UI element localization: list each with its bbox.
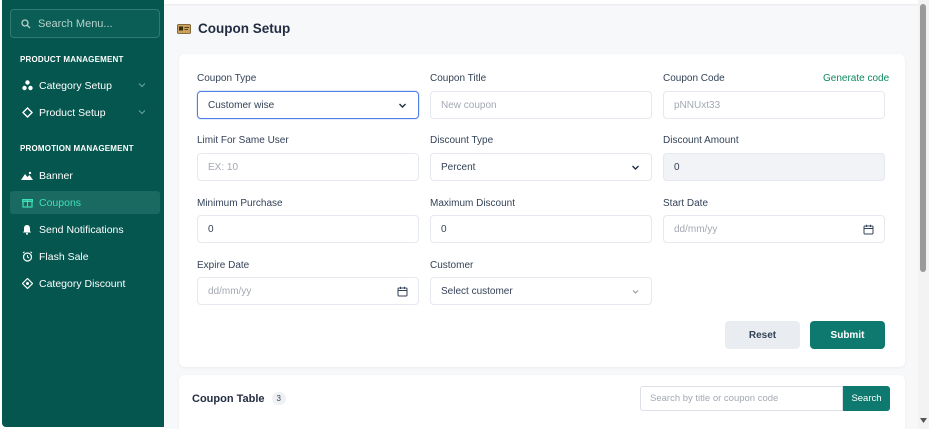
sidebar-item-banner[interactable]: Banner <box>10 164 160 187</box>
scrollbar-thumb[interactable] <box>920 4 926 272</box>
minimum-purchase-label: Minimum Purchase <box>197 198 283 209</box>
chevron-down-icon <box>630 286 641 297</box>
sidebar: Search Menu... PRODUCT MANAGEMENT Catego… <box>2 0 164 427</box>
reset-button[interactable]: Reset <box>725 321 800 349</box>
limit-same-user-label: Limit For Same User <box>197 135 289 146</box>
discount-amount-value: 0 <box>674 161 680 173</box>
discount-type-label: Discount Type <box>430 135 494 146</box>
coupon-code-label: Coupon Code <box>663 73 725 84</box>
sidebar-item-label: Banner <box>39 169 73 182</box>
alarm-icon <box>21 251 33 263</box>
sidebar-item-product-setup[interactable]: Product Setup <box>10 101 160 124</box>
coupon-title-label: Coupon Title <box>430 73 487 84</box>
sidebar-item-label: Product Setup <box>39 106 106 119</box>
sidebar-search-placeholder: Search Menu... <box>38 17 113 30</box>
chevron-down-icon <box>397 100 408 111</box>
customer-select[interactable]: Select customer <box>430 277 652 305</box>
product-icon <box>21 107 33 119</box>
sidebar-item-category-discount[interactable]: Category Discount <box>10 272 160 295</box>
coupon-title-input[interactable]: New coupon <box>430 91 652 119</box>
coupon-table-title: Coupon Table <box>192 392 265 405</box>
sidebar-item-send-notifications[interactable]: Send Notifications <box>10 218 160 241</box>
coupon-code-value: pNNUxt33 <box>674 99 721 111</box>
start-date-label: Start Date <box>663 198 709 209</box>
coupon-code-input[interactable]: pNNUxt33 <box>663 91 885 119</box>
expire-date-input[interactable]: dd/mm/yy <box>197 277 419 305</box>
maximum-discount-value: 0 <box>441 223 447 235</box>
nav-heading-promotion-management: PROMOTION MANAGEMENT <box>20 144 134 153</box>
expire-date-placeholder: dd/mm/yy <box>208 285 252 297</box>
scroll-down-arrow-icon[interactable] <box>920 418 927 424</box>
nav-heading-product-management: PRODUCT MANAGEMENT <box>20 55 124 64</box>
sidebar-item-category-setup[interactable]: Category Setup <box>10 74 160 97</box>
customer-label: Customer <box>430 260 474 271</box>
discount-amount-input[interactable]: 0 <box>663 153 885 181</box>
start-date-input[interactable]: dd/mm/yy <box>663 215 885 243</box>
sidebar-item-coupons[interactable]: Coupons <box>10 191 160 214</box>
start-date-placeholder: dd/mm/yy <box>674 223 718 235</box>
page-title: Coupon Setup <box>177 21 290 36</box>
gift-icon <box>21 197 33 209</box>
calendar-icon[interactable] <box>863 224 874 235</box>
discount-icon <box>21 278 33 290</box>
banner-icon <box>21 170 33 182</box>
sidebar-item-label: Coupons <box>39 196 82 209</box>
generate-code-link[interactable]: Generate code <box>823 73 889 84</box>
calendar-icon[interactable] <box>397 286 408 297</box>
page-title-text: Coupon Setup <box>198 21 291 36</box>
limit-same-user-placeholder: EX: 10 <box>208 161 239 173</box>
coupon-table-search-placeholder: Search by title or coupon code <box>650 393 779 404</box>
search-icon <box>21 18 31 29</box>
sidebar-item-label: Flash Sale <box>39 250 89 263</box>
sidebar-item-label: Send Notifications <box>39 223 124 236</box>
coupon-icon <box>177 23 191 34</box>
coupon-table-header: Coupon Table 3 <box>192 392 286 405</box>
discount-amount-label: Discount Amount <box>663 135 739 146</box>
discount-type-select[interactable]: Percent <box>430 153 652 181</box>
expire-date-label: Expire Date <box>197 260 250 271</box>
submit-button[interactable]: Submit <box>810 321 885 349</box>
sidebar-item-flash-sale[interactable]: Flash Sale <box>10 245 160 268</box>
maximum-discount-input[interactable]: 0 <box>430 215 652 243</box>
sidebar-item-label: Category Discount <box>39 277 126 290</box>
minimum-purchase-value: 0 <box>208 223 214 235</box>
coupon-type-select[interactable]: Customer wise <box>197 91 419 119</box>
chevron-down-icon <box>138 81 146 89</box>
chevron-down-icon <box>138 108 146 116</box>
discount-type-value: Percent <box>441 161 476 173</box>
maximum-discount-label: Maximum Discount <box>430 198 516 209</box>
top-bar <box>164 0 918 4</box>
coupon-count-badge: 3 <box>271 392 286 405</box>
coupon-table-search-input[interactable]: Search by title or coupon code <box>640 386 843 411</box>
customer-value: Select customer <box>441 285 513 297</box>
coupon-title-placeholder: New coupon <box>441 99 497 111</box>
limit-same-user-input[interactable]: EX: 10 <box>197 153 419 181</box>
coupon-table-search-button[interactable]: Search <box>843 386 890 411</box>
bell-icon <box>21 224 33 236</box>
minimum-purchase-input[interactable]: 0 <box>197 215 419 243</box>
sidebar-item-label: Category Setup <box>39 79 112 92</box>
sidebar-search-input[interactable]: Search Menu... <box>10 9 160 38</box>
coupon-type-label: Coupon Type <box>197 73 257 84</box>
chevron-down-icon <box>630 162 641 173</box>
category-icon <box>21 80 33 92</box>
coupon-type-value: Customer wise <box>208 99 275 111</box>
